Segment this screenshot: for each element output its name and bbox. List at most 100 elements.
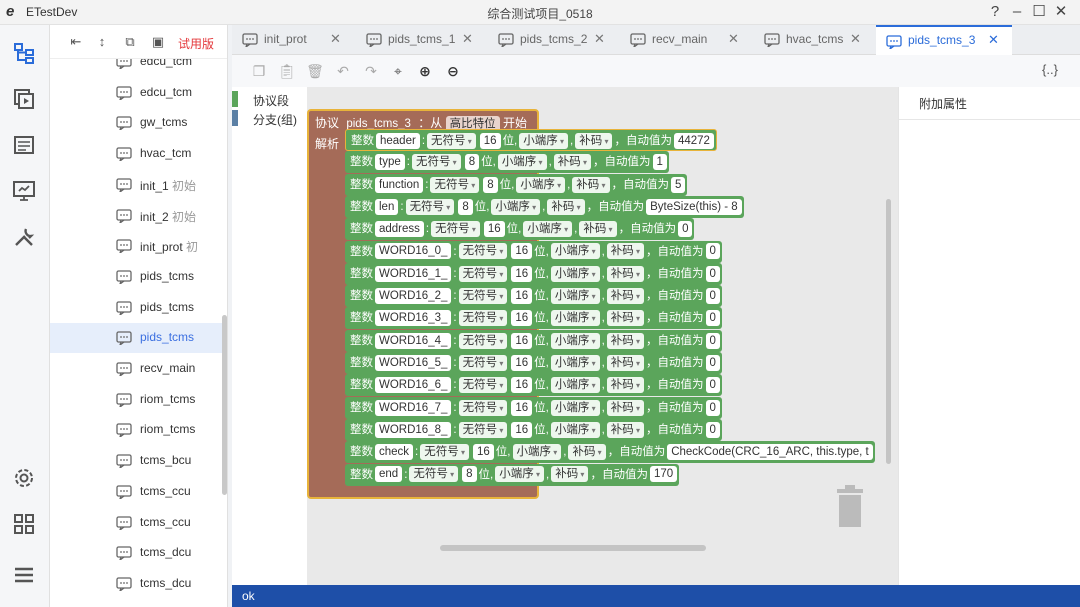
field-name-input[interactable]: WORD16_1_ [375, 265, 452, 282]
field-name-input[interactable]: header [376, 132, 420, 149]
field-block[interactable]: 整数WORD16_0_:无符号16位,小端序,补码，自动值为0 [345, 240, 722, 263]
auto-value-input[interactable]: 0 [705, 377, 720, 394]
canvas-vertical-scrollbar[interactable] [886, 199, 891, 464]
auto-value-input[interactable]: 5 [671, 176, 686, 193]
byte-order-dropdown[interactable]: 小端序 [512, 444, 562, 461]
trash-icon[interactable] [835, 485, 865, 529]
vertical-arrows-icon[interactable]: ↕ [94, 34, 110, 50]
preview-icon[interactable]: ▣ [150, 34, 166, 50]
encoding-dropdown[interactable]: 补码 [547, 198, 585, 215]
sign-dropdown[interactable]: 无符号 [458, 354, 508, 371]
field-block[interactable]: 整数address:无符号16位,小端序,补码，自动值为0 [345, 218, 695, 241]
byte-order-dropdown[interactable]: 小端序 [550, 332, 600, 349]
tree-scrollbar[interactable] [222, 315, 227, 495]
gear-icon[interactable] [12, 466, 36, 490]
tab-close-icon[interactable]: ✕ [330, 31, 341, 47]
tree-item[interactable]: pids_tcms [50, 293, 222, 323]
bit-width-input[interactable]: 8 [464, 154, 480, 171]
copy-icon[interactable]: ❐ [250, 62, 268, 80]
byte-order-dropdown[interactable]: 小端序 [495, 466, 544, 483]
tree-item[interactable]: hvac_tcm [50, 139, 222, 169]
encoding-dropdown[interactable]: 补码 [553, 154, 592, 171]
canvas-horizontal-scrollbar[interactable] [440, 545, 706, 551]
close-button[interactable]: ✕ [1050, 2, 1072, 22]
tree-item[interactable]: tcms_ccu [50, 508, 222, 538]
encoding-dropdown[interactable]: 补码 [575, 132, 613, 149]
field-name-input[interactable]: WORD16_6_ [375, 377, 452, 394]
sign-dropdown[interactable]: 无符号 [405, 198, 455, 215]
category-branch-group[interactable]: 分支(组) [232, 108, 307, 128]
byte-order-dropdown[interactable]: 小端序 [550, 243, 600, 260]
field-block[interactable]: 整数WORD16_8_:无符号16位,小端序,补码，自动值为0 [345, 418, 722, 441]
field-block[interactable]: 整数len:无符号8位,小端序,补码，自动值为ByteSize(this) - … [345, 195, 744, 218]
field-block[interactable]: 整数WORD16_2_:无符号16位,小端序,补码，自动值为0 [345, 285, 722, 308]
sign-dropdown[interactable]: 无符号 [411, 154, 461, 171]
auto-value-input[interactable]: 0 [678, 221, 693, 238]
field-name-input[interactable]: WORD16_2_ [375, 288, 452, 305]
tree-item[interactable]: gw_tcms [50, 108, 222, 138]
bit-width-input[interactable]: 16 [511, 377, 533, 394]
bit-width-input[interactable]: 16 [511, 243, 533, 260]
field-block[interactable]: 整数WORD16_3_:无符号16位,小端序,补码，自动值为0 [345, 307, 722, 330]
encoding-dropdown[interactable]: 补码 [568, 444, 606, 461]
field-block[interactable]: 整数end:无符号8位,小端序,补码，自动值为170 [345, 463, 680, 486]
encoding-dropdown[interactable]: 补码 [606, 377, 645, 394]
field-block[interactable]: 整数WORD16_4_:无符号16位,小端序,补码，自动值为0 [345, 329, 722, 352]
encoding-dropdown[interactable]: 补码 [606, 354, 645, 371]
dashboard-icon[interactable] [12, 512, 36, 536]
undo-icon[interactable]: ↶ [334, 62, 352, 80]
field-name-input[interactable]: function [375, 176, 424, 193]
tab-pids-tcms-3[interactable]: pids_tcms_3 ✕ [876, 25, 1012, 55]
sign-dropdown[interactable]: 无符号 [427, 132, 476, 149]
tab-pids-tcms-1[interactable]: pids_tcms_1 ✕ [356, 25, 486, 55]
bit-width-input[interactable]: 16 [511, 288, 533, 305]
monitor-icon[interactable] [12, 179, 36, 203]
bit-width-input[interactable]: 16 [511, 265, 533, 282]
bit-width-input[interactable]: 8 [458, 198, 473, 215]
bit-width-input[interactable]: 16 [479, 132, 501, 149]
tab-hvac-tcms[interactable]: hvac_tcms ✕ [754, 25, 874, 55]
bit-width-input[interactable]: 16 [511, 332, 533, 349]
field-block[interactable]: 整数WORD16_6_:无符号16位,小端序,补码，自动值为0 [345, 374, 722, 397]
field-block[interactable]: 整数check:无符号16位,小端序,补码，自动值为CheckCode(CRC_… [345, 441, 875, 464]
encoding-dropdown[interactable]: 补码 [606, 243, 645, 260]
field-name-input[interactable]: type [375, 154, 405, 171]
tree-item[interactable]: tcms_dcu [50, 538, 222, 568]
tab-close-icon[interactable]: ✕ [850, 31, 861, 47]
byte-order-dropdown[interactable]: 小端序 [550, 265, 600, 282]
encoding-dropdown[interactable]: 补码 [606, 288, 645, 305]
auto-value-input[interactable]: 0 [705, 288, 720, 305]
tree-item[interactable]: tcms_dcu [50, 569, 222, 599]
encoding-dropdown[interactable]: 补码 [579, 221, 617, 238]
auto-value-input[interactable]: 0 [705, 310, 720, 327]
encoding-dropdown[interactable]: 补码 [606, 265, 645, 282]
field-name-input[interactable]: check [375, 444, 414, 461]
zoom-out-icon[interactable]: ⊖ [444, 62, 462, 80]
auto-value-input[interactable]: 0 [705, 354, 720, 371]
fit-view-icon[interactable]: ⌖ [389, 62, 407, 80]
document-icon[interactable] [12, 133, 36, 157]
tree-item[interactable]: init_1 初始 [50, 170, 222, 200]
field-name-input[interactable]: end [375, 466, 403, 483]
sign-dropdown[interactable]: 无符号 [458, 265, 508, 282]
tools-icon[interactable] [12, 225, 36, 249]
bit-width-input[interactable]: 16 [511, 399, 533, 416]
block-canvas[interactable]: 协议 pids_tcms_3 ：从 高比特位 开始 解析 整数 header: 无符… [307, 87, 898, 585]
redo-icon[interactable]: ↷ [362, 62, 380, 80]
tab-recv-main[interactable]: recv_main ✕ [620, 25, 752, 55]
auto-value-input[interactable]: 44272 [673, 132, 714, 149]
byte-order-dropdown[interactable]: 小端序 [491, 198, 541, 215]
code-view-button[interactable]: {..} [1042, 62, 1058, 77]
paste-icon[interactable]: 📋︎ [278, 62, 296, 80]
field-block[interactable]: 整数type:无符号8位,小端序,补码，自动值为1 [345, 151, 669, 174]
category-protocol-segment[interactable]: 协议段 [232, 89, 307, 109]
sign-dropdown[interactable]: 无符号 [458, 288, 508, 305]
field-block[interactable]: 整数WORD16_1_:无符号16位,小端序,补码，自动值为0 [345, 262, 722, 285]
auto-value-input[interactable]: 0 [705, 421, 720, 438]
sign-dropdown[interactable]: 无符号 [420, 444, 469, 461]
field-name-input[interactable]: WORD16_4_ [375, 332, 452, 349]
encoding-dropdown[interactable]: 补码 [606, 421, 645, 438]
byte-order-dropdown[interactable]: 小端序 [550, 288, 600, 305]
encoding-dropdown[interactable]: 补码 [606, 332, 645, 349]
bit-width-input[interactable]: 16 [473, 444, 494, 461]
